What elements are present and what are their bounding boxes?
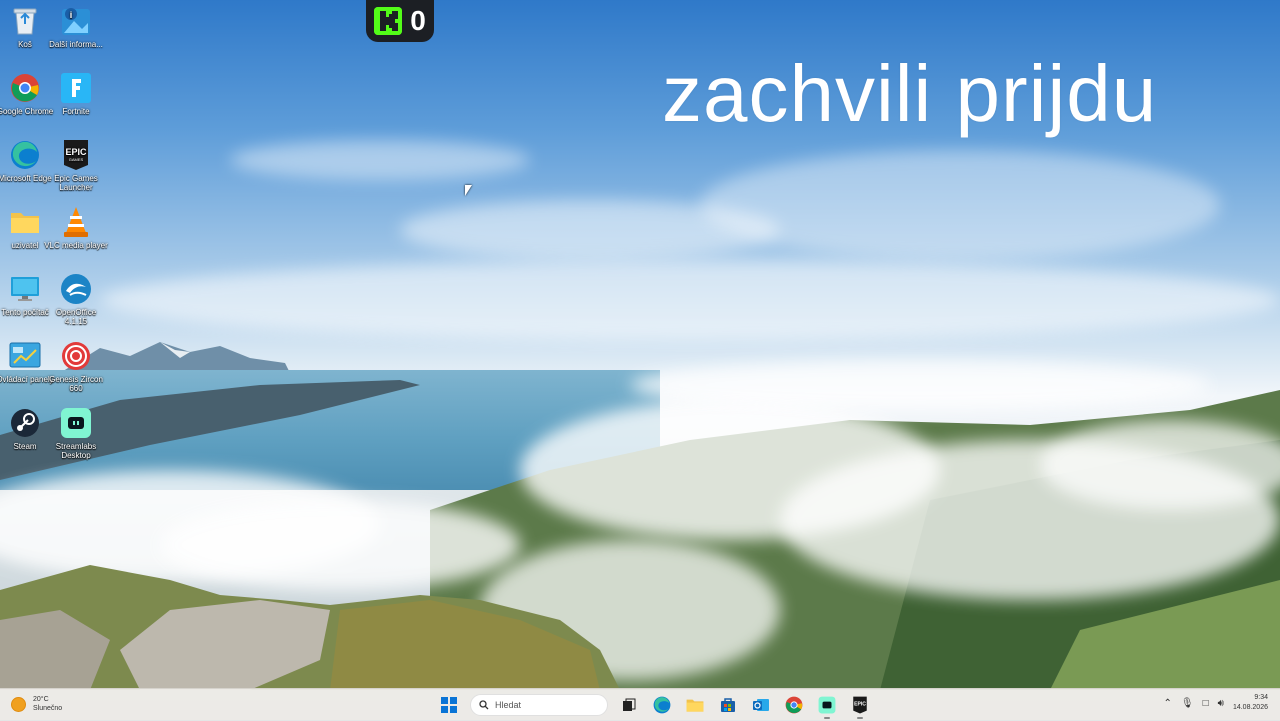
weather-description: Slunečno [33,705,63,712]
store-icon [721,698,735,712]
openoffice-icon [60,273,92,305]
weather-temperature: 20°C [33,696,49,703]
taskbar-search[interactable]: Hledat [470,694,608,716]
taskbar-streamlabs[interactable] [815,692,839,719]
desktop-icon-info[interactable]: i Další informa... [44,5,108,49]
clock-date: 14.08.2026 [1232,704,1268,711]
network-icon[interactable]: □ [1203,698,1209,709]
windows-logo-icon [441,697,457,713]
task-view-button[interactable] [617,692,641,718]
control-panel-icon [9,340,41,372]
desktop-icon-fortnite[interactable]: Fortnite [44,72,108,116]
desktop-icon-epic-games[interactable]: EPIC GAMES Epic Games Launcher [44,139,108,192]
sun-icon [12,697,25,711]
genesis-mouse-icon [60,340,92,372]
chevron-up-icon[interactable]: ⌃ [1164,698,1172,709]
system-tray: ⌃ 🎙︎ □ 🔊︎ 9:34 14.08.2026 [1164,693,1269,713]
folder-icon [686,699,704,712]
weather-widget[interactable]: 20°C Slunečno [12,695,62,713]
taskbar-epic-games[interactable]: EPIC [848,692,872,719]
mail-icon [753,699,769,711]
desktop-icon-streamlabs[interactable]: Streamlabs Desktop [44,407,108,460]
edge-icon [653,696,671,714]
chrome-icon [9,72,41,104]
recycle-bin-icon [9,5,41,37]
search-icon [479,700,489,710]
monitor-icon [9,273,41,305]
task-view-icon [623,698,636,711]
svg-text:EPIC: EPIC [854,702,866,708]
epic-games-icon: EPIC GAMES [60,139,92,171]
running-indicator [824,717,830,719]
kick-viewer-badge: 0 [366,0,434,42]
clock[interactable]: 9:34 14.08.2026 [1233,693,1268,713]
taskbar: 20°C Slunečno Hledat EPIC ⌃ 🎙︎ □ 🔊︎ 9:34… [0,688,1280,721]
streamlabs-icon [60,407,92,439]
microphone-icon[interactable]: 🎙︎ [1181,698,1194,709]
running-indicator [857,717,863,719]
start-button[interactable] [437,692,461,718]
svg-text:EPIC: EPIC [65,147,87,157]
taskbar-chrome[interactable] [782,692,806,718]
volume-icon[interactable]: 🔊︎ [1218,698,1224,709]
taskbar-outlook[interactable] [749,692,773,718]
taskbar-edge[interactable] [650,692,674,718]
svg-text:i: i [70,10,73,20]
fortnite-icon [60,72,92,104]
svg-text:GAMES: GAMES [69,157,84,162]
streamlabs-icon [818,696,836,714]
kick-logo-icon [374,7,403,35]
taskbar-file-explorer[interactable] [683,692,707,718]
search-placeholder: Hledat [495,700,522,710]
desktop-icon-genesis[interactable]: Genesis Zircon 660 [44,340,108,393]
epic-games-icon: EPIC [853,696,867,714]
steam-icon [9,407,41,439]
folder-icon [9,206,41,238]
vlc-icon [60,206,92,238]
edge-icon [9,139,41,171]
taskbar-store[interactable] [716,692,740,718]
stream-overlay-text: zachvili prijdu [662,49,1158,138]
kick-viewer-count: 0 [410,5,426,36]
desktop-icon-openoffice[interactable]: OpenOffice 4.1.15 [44,273,108,326]
desktop-icon-vlc[interactable]: VLC media player [44,206,108,250]
info-photo-icon: i [60,5,92,37]
mouse-cursor-icon [465,185,472,196]
clock-time: 9:34 [1254,694,1268,701]
chrome-icon [785,696,803,714]
